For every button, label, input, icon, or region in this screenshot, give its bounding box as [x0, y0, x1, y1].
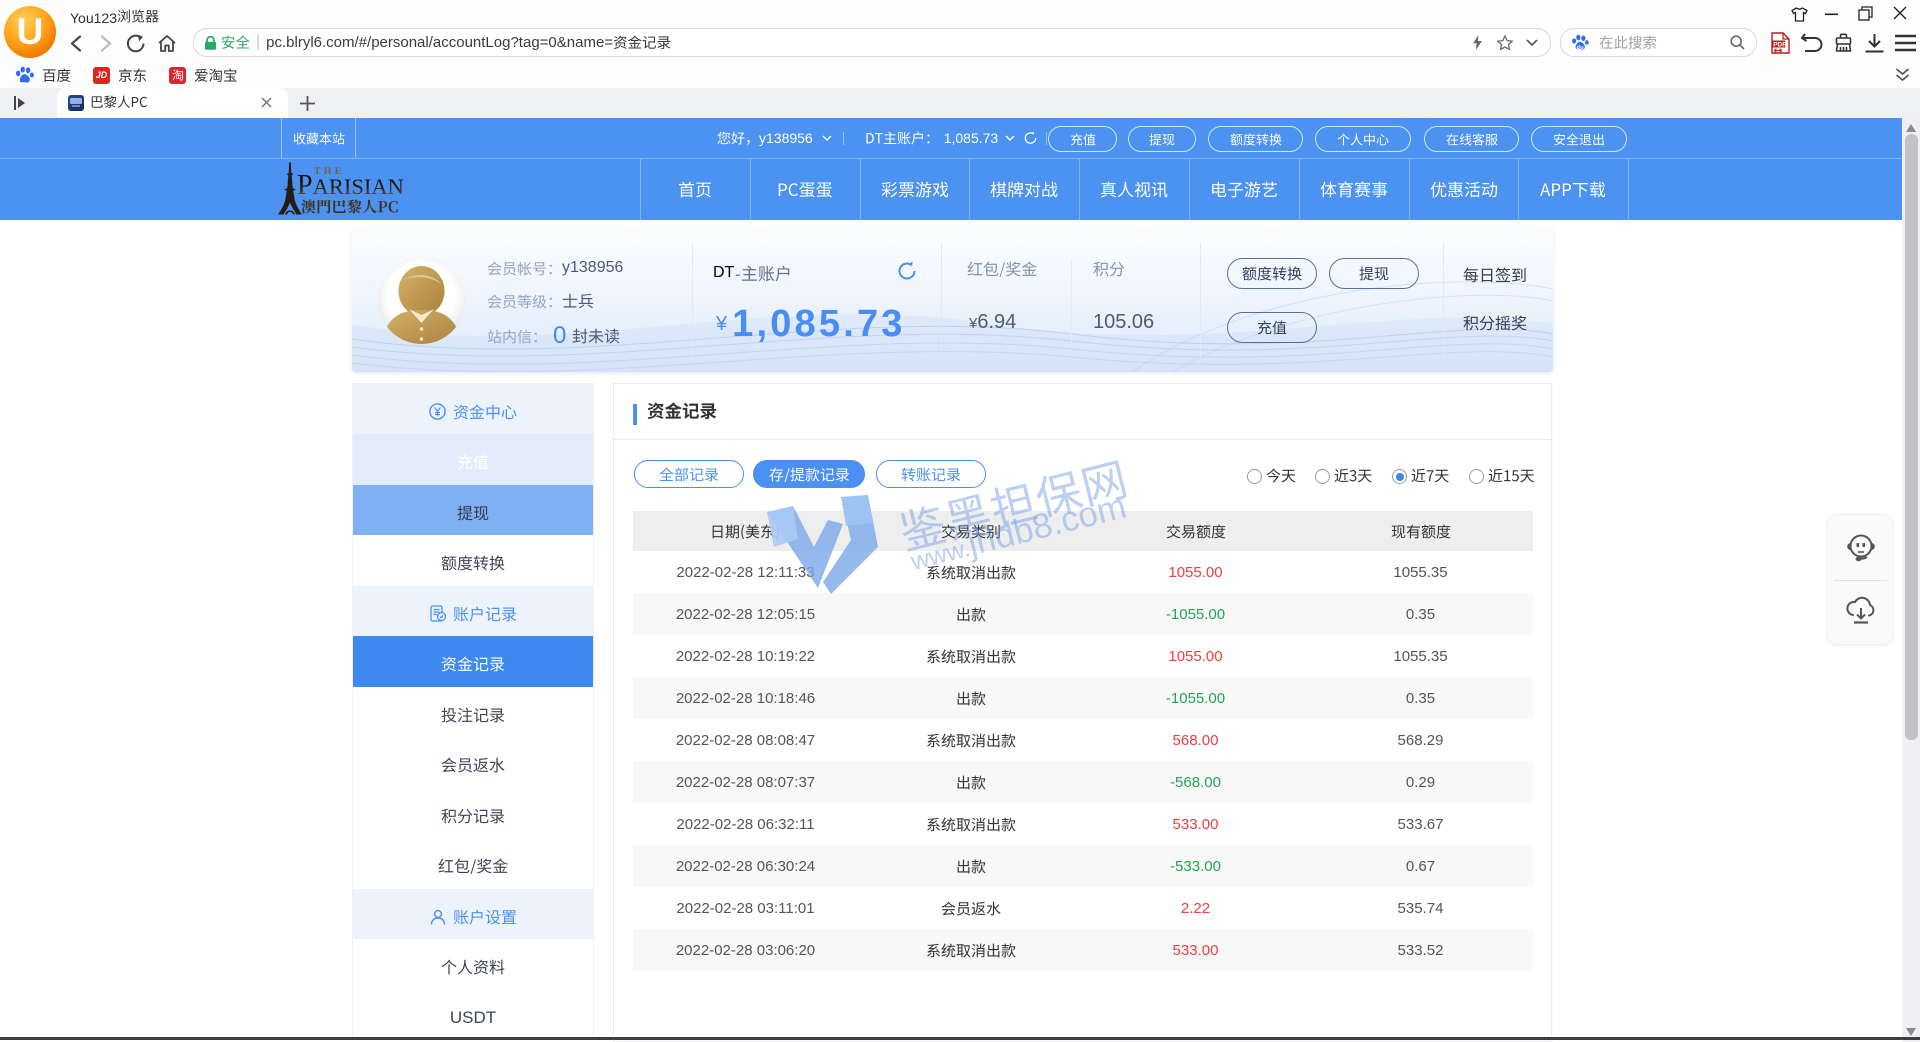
svg-text:PDF: PDF — [1773, 41, 1786, 48]
svg-text:du: du — [1577, 45, 1585, 51]
